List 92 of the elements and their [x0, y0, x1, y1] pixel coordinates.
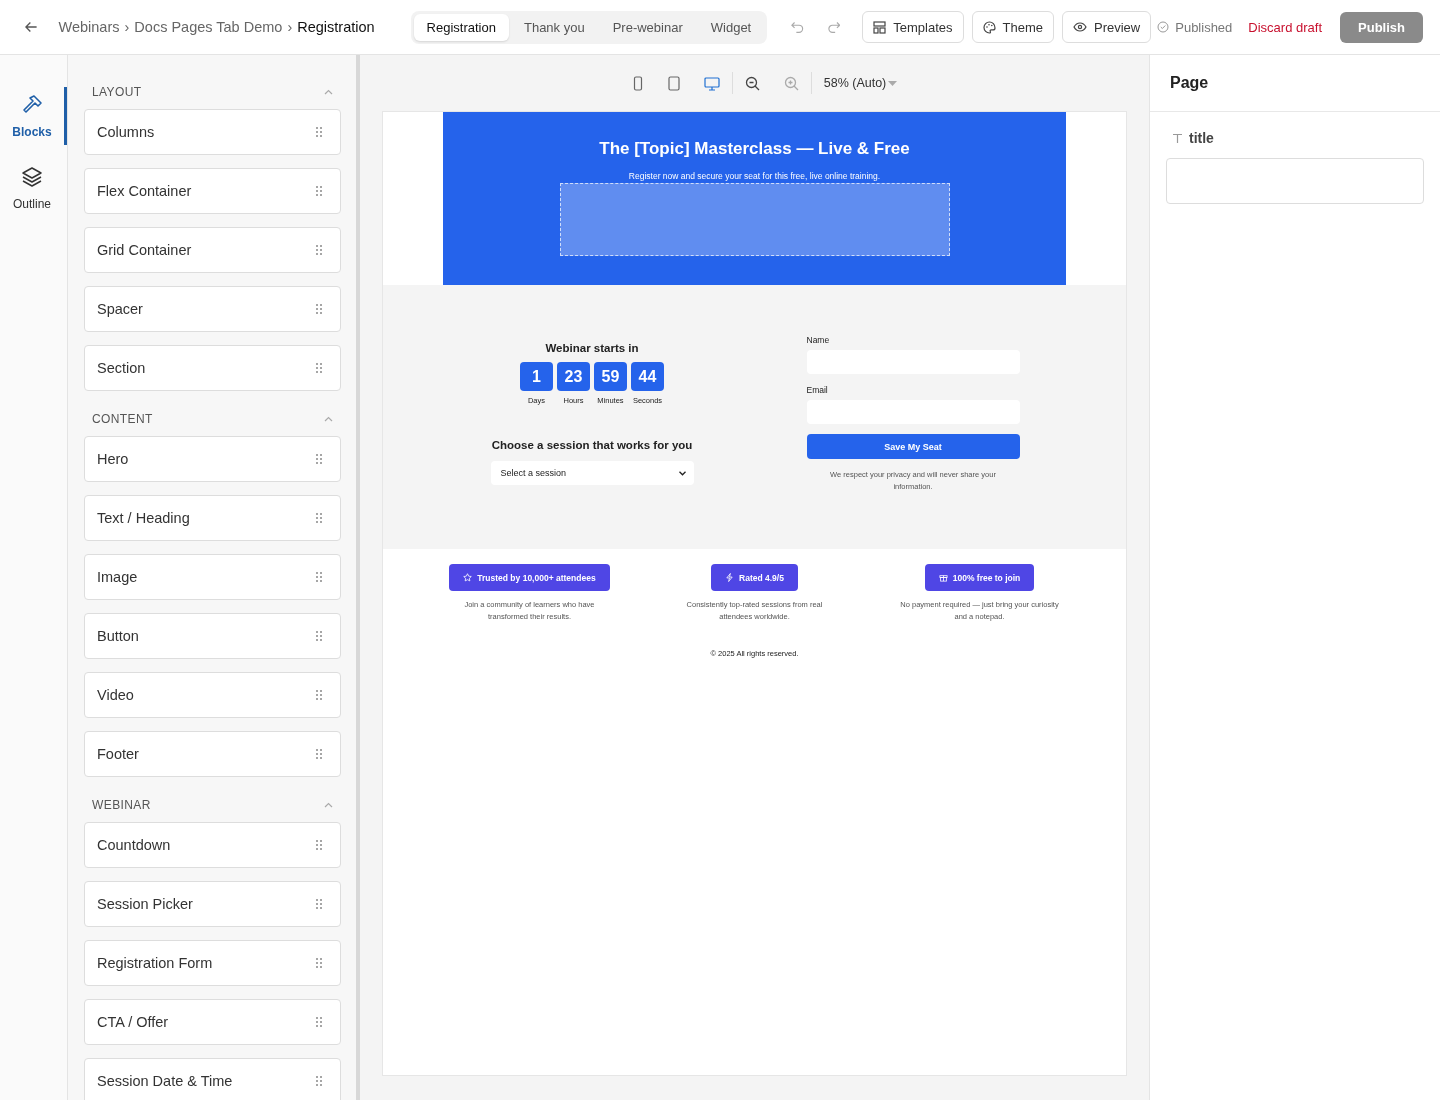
drag-handle-icon[interactable]: [316, 363, 322, 373]
hero-subtitle: Register now and secure your seat for this free, live online training.: [628, 171, 881, 181]
field-label: Email: [806, 385, 829, 395]
discard-draft-button[interactable]: Discard draft: [1242, 18, 1329, 36]
drag-handle-icon[interactable]: [316, 127, 322, 137]
caret-icon: [888, 80, 898, 86]
breadcrumb-separator: ›: [287, 19, 293, 35]
chevron-down-icon: [678, 470, 686, 476]
block-item[interactable]: Spacer: [84, 286, 341, 332]
gift-icon: [938, 573, 948, 582]
zoom-in-icon[interactable]: [783, 75, 799, 91]
back-icon[interactable]: [25, 21, 38, 33]
drag-handle-icon[interactable]: [316, 513, 322, 523]
block-item[interactable]: Session Date & Time: [84, 1058, 341, 1100]
undo-icon[interactable]: [791, 21, 804, 33]
star-badge: Trusted by 10,000+ attendees: [449, 564, 610, 591]
drag-handle-icon[interactable]: [316, 958, 322, 968]
block-item[interactable]: Columns: [84, 109, 341, 155]
block-item[interactable]: Registration Form: [84, 940, 341, 986]
drop-zone[interactable]: [559, 183, 950, 256]
breadcrumb-current: Registration: [297, 19, 375, 35]
countdown-value: 44: [631, 362, 664, 391]
drag-handle-icon[interactable]: [316, 690, 322, 700]
countdown-value: 1: [520, 362, 553, 391]
text-icon: [1172, 132, 1183, 144]
drag-handle-icon[interactable]: [316, 631, 322, 641]
countdown-title: Webinar starts in: [545, 342, 639, 354]
bolt-icon: [725, 573, 735, 582]
page-tab[interactable]: Registration: [413, 13, 509, 41]
block-item[interactable]: Hero: [84, 436, 341, 482]
breadcrumb-link[interactable]: Docs Pages Tab Demo: [134, 19, 283, 35]
page-tab[interactable]: Thank you: [510, 13, 598, 41]
desktop-icon[interactable]: [703, 75, 720, 91]
drag-handle-icon[interactable]: [316, 1076, 322, 1086]
section-heading: LAYOUT: [92, 85, 142, 99]
check-circle-icon: [1157, 21, 1170, 33]
star-icon: [463, 573, 473, 582]
title-input[interactable]: [1166, 158, 1424, 204]
block-item[interactable]: Grid Container: [84, 227, 341, 273]
block-item[interactable]: Footer: [84, 731, 341, 777]
drag-handle-icon[interactable]: [316, 245, 322, 255]
drag-handle-icon[interactable]: [316, 840, 322, 850]
page-tab[interactable]: Widget: [697, 13, 765, 41]
countdown-value: 23: [557, 362, 590, 391]
drag-handle-icon[interactable]: [316, 749, 322, 759]
outline-rail-tab[interactable]: Outline: [0, 159, 67, 217]
phone-icon[interactable]: [631, 75, 644, 91]
drag-handle-icon[interactable]: [316, 899, 322, 909]
collapse-icon[interactable]: [324, 416, 333, 422]
zoom-dropdown[interactable]: 58% (Auto): [823, 76, 898, 90]
page-tab[interactable]: Pre-webinar: [599, 13, 696, 41]
templates-button[interactable]: Templates: [862, 11, 964, 43]
collapse-icon[interactable]: [324, 89, 333, 95]
gift-badge: 100% free to join: [924, 564, 1035, 591]
field-label: title: [1166, 130, 1424, 146]
section-heading: WEBINAR: [92, 798, 151, 812]
layout-icon: [873, 20, 887, 34]
block-item[interactable]: Button: [84, 613, 341, 659]
session-title: Choose a session that works for you: [491, 439, 693, 451]
drag-handle-icon[interactable]: [316, 186, 322, 196]
drag-handle-icon[interactable]: [316, 454, 322, 464]
redo-icon[interactable]: [827, 21, 841, 33]
breadcrumb-link[interactable]: Webinars: [58, 19, 120, 35]
session-select[interactable]: Select a session: [490, 461, 694, 485]
preview-button[interactable]: Preview: [1062, 11, 1152, 43]
block-item[interactable]: Session Picker: [84, 881, 341, 927]
theme-button[interactable]: Theme: [971, 11, 1054, 43]
palette-icon: [982, 20, 996, 34]
save-seat-button[interactable]: Save My Seat: [806, 434, 1020, 459]
tablet-icon[interactable]: [667, 75, 680, 91]
block-item[interactable]: Video: [84, 672, 341, 718]
field-label: Name: [806, 335, 831, 345]
zoom-out-icon[interactable]: [744, 75, 760, 91]
block-item[interactable]: Section: [84, 345, 341, 391]
published-status: Published: [1157, 19, 1233, 35]
block-item[interactable]: Text / Heading: [84, 495, 341, 541]
collapse-icon[interactable]: [324, 802, 333, 808]
drag-handle-icon[interactable]: [316, 304, 322, 314]
block-item[interactable]: CTA / Offer: [84, 999, 341, 1045]
drag-handle-icon[interactable]: [316, 572, 322, 582]
countdown-value: 59: [594, 362, 627, 391]
eye-icon: [1073, 21, 1087, 33]
hero-title: The [Topic] Masterclass — Live & Free: [599, 139, 910, 159]
section-heading: CONTENT: [92, 412, 153, 426]
drag-handle-icon[interactable]: [316, 1017, 322, 1027]
layers-icon: [20, 165, 44, 189]
block-item[interactable]: Flex Container: [84, 168, 341, 214]
block-item[interactable]: Image: [84, 554, 341, 600]
inspector-title: Page: [1150, 55, 1440, 112]
block-item[interactable]: Countdown: [84, 822, 341, 868]
bolt-badge: Rated 4.9/5: [711, 564, 798, 591]
breadcrumb-separator: ›: [124, 19, 130, 35]
